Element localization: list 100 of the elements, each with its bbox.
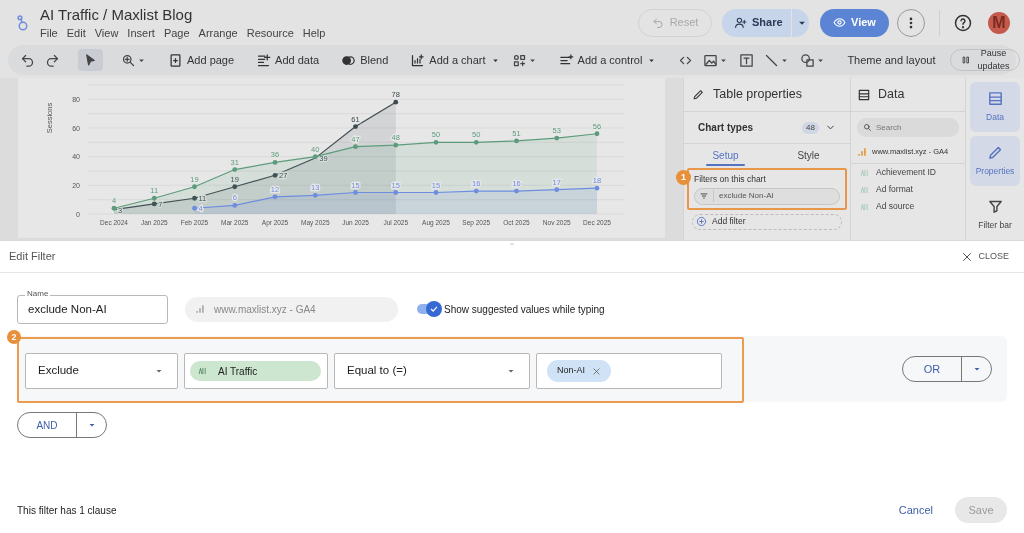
- data-point: [192, 205, 197, 211]
- data-point: [393, 190, 399, 195]
- field-item[interactable]: Ad source: [851, 198, 965, 215]
- data-point: [594, 131, 600, 137]
- field-select[interactable]: AI Traffic: [184, 353, 328, 389]
- data-point: [433, 190, 439, 195]
- cancel-button[interactable]: Cancel: [898, 501, 933, 519]
- data-point: [272, 160, 278, 165]
- data-point: [272, 194, 278, 200]
- data-source-chip: www.maxlist.xyz - GA4: [185, 296, 398, 322]
- data-point: [272, 172, 278, 178]
- callout-badge: 2: [7, 330, 21, 344]
- eye-icon: [833, 16, 847, 29]
- toolbar-button[interactable]: Add a control: [555, 49, 661, 71]
- data-point: [554, 187, 560, 193]
- data-point: [353, 144, 358, 150]
- text-type-icon: [859, 168, 870, 177]
- data-point: [353, 124, 358, 129]
- menu-item[interactable]: Edit: [66, 26, 86, 40]
- panel-title: Edit Filter: [9, 249, 57, 265]
- data-point: [514, 138, 519, 144]
- operator-select[interactable]: Equal to (=): [334, 353, 530, 389]
- line-button-icon: [764, 52, 780, 68]
- zoom-button-icon: [121, 52, 136, 68]
- toolbar-button[interactable]: Blend: [338, 49, 392, 71]
- panel-title: Data: [878, 86, 905, 104]
- and-button[interactable]: AND: [18, 417, 76, 433]
- redo-button-icon: [45, 52, 60, 68]
- pointer-tool[interactable]: [78, 49, 103, 71]
- image-button-icon: [703, 52, 719, 68]
- undo-button-icon: [20, 52, 35, 68]
- menu-item[interactable]: Page: [163, 26, 190, 40]
- data-point: [192, 195, 197, 201]
- add-circle-icon: [696, 216, 707, 228]
- menu-item[interactable]: File: [40, 26, 58, 40]
- menu-item[interactable]: Insert: [127, 26, 155, 40]
- close-icon[interactable]: [592, 366, 601, 376]
- chart-types-row[interactable]: Chart types 48: [684, 112, 850, 144]
- funnel-icon: [986, 198, 1004, 216]
- help-icon[interactable]: [954, 13, 972, 32]
- value-field[interactable]: Non-AI: [536, 353, 722, 389]
- document-title[interactable]: AI Traffic / Maxlist Blog: [40, 5, 326, 24]
- data-point: [312, 154, 318, 160]
- data-point: [192, 184, 197, 190]
- section-label: Filters on this chart: [694, 173, 767, 186]
- clause-count-text: This filter has 1 clause: [17, 503, 118, 518]
- check-icon: [429, 304, 439, 314]
- data-point: [393, 99, 399, 105]
- toolbar-button[interactable]: Add a chart: [407, 49, 504, 71]
- search-icon: [863, 123, 872, 132]
- data-point: [473, 139, 479, 145]
- text-type-icon: [197, 367, 208, 375]
- data-point: [232, 184, 238, 190]
- menu-item[interactable]: Resource: [246, 26, 294, 40]
- pause-icon: [961, 55, 972, 65]
- field-label: Name: [25, 288, 51, 299]
- data-point: [554, 135, 560, 141]
- data-point: [473, 188, 479, 194]
- close-icon: [961, 250, 974, 263]
- menu-item[interactable]: View: [94, 26, 119, 40]
- pointer-icon: [83, 52, 98, 68]
- toolbar-button[interactable]: Add page: [165, 49, 238, 71]
- close-button[interactable]: CLOSE: [961, 249, 1009, 264]
- filter-chip[interactable]: exclude Non-AI: [694, 187, 840, 205]
- table-icon: [857, 87, 871, 102]
- data-point: [232, 167, 238, 172]
- panel-tab[interactable]: Setup: [684, 144, 767, 166]
- share-button[interactable]: Share: [722, 14, 791, 31]
- undo-icon: [651, 16, 664, 29]
- count-badge: 48: [802, 121, 819, 134]
- toolbar-button[interactable]: Add data: [253, 49, 323, 71]
- data-point: [232, 203, 238, 208]
- data-point: [312, 192, 318, 198]
- add-person-icon: [734, 16, 747, 29]
- table-icon: [986, 90, 1004, 108]
- data-point: [353, 190, 358, 195]
- toolbar-button[interactable]: Theme and layout: [844, 49, 939, 71]
- text-type-icon: [859, 185, 870, 194]
- filter-lines-icon: [699, 191, 709, 202]
- menu-item[interactable]: Arrange: [198, 26, 238, 40]
- data-point: [594, 185, 600, 191]
- share-split-button[interactable]: Share: [722, 8, 809, 37]
- pencil-icon: [986, 144, 1004, 162]
- field-chip: AI Traffic: [190, 361, 321, 381]
- panel-tab[interactable]: Style: [767, 144, 850, 166]
- toggle-switch[interactable]: [415, 301, 442, 317]
- bar-chart-icon: [195, 303, 205, 315]
- rail-button[interactable]: Filter bar: [970, 190, 1020, 240]
- menu-item[interactable]: Help: [302, 26, 326, 40]
- field-item[interactable]: Ad format: [851, 181, 965, 198]
- or-button[interactable]: OR: [903, 360, 961, 378]
- text-type-icon: [859, 202, 870, 211]
- add-chart-icon: [410, 52, 426, 68]
- panel-title: Table properties: [713, 86, 802, 104]
- toggle-label: Show suggested values while typing: [444, 302, 605, 317]
- view-button[interactable]: View: [820, 8, 889, 37]
- field-item[interactable]: Achievement ID: [851, 164, 965, 181]
- pencil-icon: [692, 88, 705, 101]
- value-chip: Non-AI: [547, 360, 611, 382]
- condition-select[interactable]: Exclude: [25, 353, 178, 389]
